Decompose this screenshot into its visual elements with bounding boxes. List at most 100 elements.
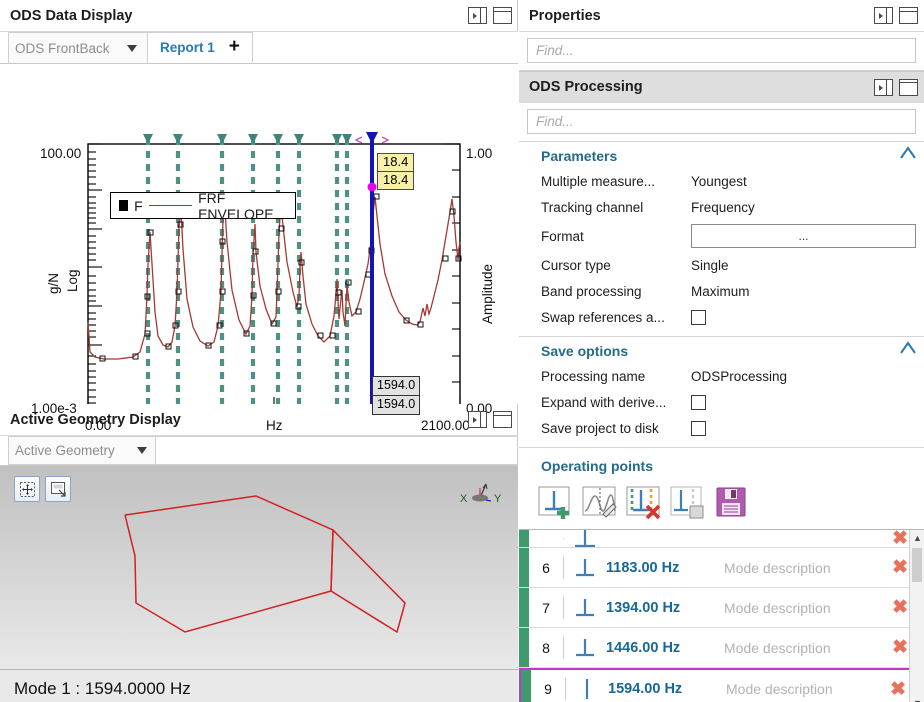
active-geometry-display-panel: Active Geometry Display Active Geometry [0,404,518,702]
row-label: Tracking channel [541,200,691,215]
delete-operating-points-icon[interactable] [625,484,663,522]
geometry-3d-viewport[interactable]: X Y [0,466,518,670]
chevron-down-icon [137,447,147,454]
row-frequency: 1594.00 Hz [608,681,726,697]
cursor-amplitude-label-1: 18.4 [377,153,414,172]
properties-find-input[interactable]: Find... [527,38,916,63]
properties-find-row: Find... [519,32,924,70]
row-value: Frequency [691,200,755,215]
row-selection-bar [519,530,529,547]
ods-processing-header: ODS Processing [519,71,924,103]
table-row[interactable]: 6 1183.00 Hz Mode description ✖ [519,548,924,588]
geometry-mode-label: Mode 1 : 1594.0000 Hz [14,679,191,699]
format-button[interactable]: ... [691,224,916,248]
row-index: 6 [529,560,563,576]
row-format[interactable]: Format ... [519,220,924,252]
scroll-down-icon[interactable]: ▼ [910,695,924,702]
copy-operating-points-icon[interactable] [669,484,707,522]
y2-axis-max-label: 1.00 [466,146,492,161]
row-cursor-type[interactable]: Cursor type Single [519,252,924,278]
operating-points-section: Operating points [519,448,924,702]
add-operating-point-icon[interactable] [537,484,575,522]
row-tracking-channel[interactable]: Tracking channel Frequency [519,194,924,220]
maximize-icon[interactable] [493,7,512,24]
constraint-symbol-icon [564,635,606,661]
y-axis-scale-label: Log [65,269,80,292]
panel-title: ODS Processing [529,79,874,95]
collapse-chevron-icon[interactable] [900,146,916,160]
frf-chart-svg [0,64,518,404]
tab-report-1[interactable]: Report 1 + [148,32,253,63]
row-swap-references[interactable]: Swap references a... [519,304,924,330]
constraint-symbol-icon [564,530,606,548]
table-row[interactable]: 8 1446.00 Hz Mode description ✖ [519,628,924,668]
row-description[interactable]: Mode description [724,600,892,616]
row-expand-with-derived[interactable]: Expand with derive... [519,389,924,415]
chevron-down-icon [127,45,137,52]
row-value: Maximum [691,284,750,299]
y-axis-max-label: 100.00 [40,146,81,161]
ods-data-display-header: ODS Data Display [0,0,518,32]
row-frequency: 1446.00 Hz [606,640,724,656]
row-save-project-to-disk[interactable]: Save project to disk [519,415,924,441]
panel-title: Properties [529,8,874,24]
add-tab-button[interactable]: + [229,37,240,58]
row-label: Processing name [541,369,691,384]
save-project-to-disk-checkbox[interactable] [691,421,706,436]
split-view-icon[interactable] [468,7,487,24]
row-selection-bar [521,670,531,702]
frf-chart[interactable]: 100.00 1.00e-3 1.00 0.00 0.00 2100.00 Hz… [0,64,518,404]
row-label: Swap references a... [541,310,691,325]
svg-text:Y: Y [494,493,502,505]
expand-with-derived-checkbox[interactable] [691,395,706,410]
ods-processing-find-input[interactable]: Find... [527,109,916,134]
row-description[interactable]: Mode description [726,681,890,697]
maximize-icon[interactable] [899,79,918,96]
row-selection-bar [519,628,529,667]
ods-frontback-combo[interactable]: ODS FrontBack [8,32,148,63]
constraint-symbol-icon [566,676,608,702]
legend-line-icon [149,205,192,206]
table-row[interactable]: ✖ [519,530,924,548]
geometry-status-bar: Mode 1 : 1594.0000 Hz [0,670,518,702]
pick-from-curve-icon[interactable] [581,484,619,522]
row-description[interactable]: Mode description [724,640,892,656]
row-index: 8 [529,640,563,656]
operating-points-table[interactable]: ✖ 6 1183.00 Hz Mode description ✖ [519,529,924,702]
active-geometry-combo-label: Active Geometry [15,443,115,458]
cursor-frequency-label-1: 1594.0 [372,376,420,396]
save-options-section: Save options Processing name ODSProcessi… [519,337,924,448]
constraint-symbol-icon [564,555,606,581]
active-geometry-header: Active Geometry Display [0,404,518,436]
operating-points-toolbar [519,478,924,529]
row-index: 7 [529,600,563,616]
active-geometry-combo[interactable]: Active Geometry [8,436,156,465]
save-operating-points-icon[interactable] [713,484,751,522]
row-processing-name[interactable]: Processing name ODSProcessing [519,363,924,389]
collapse-chevron-icon[interactable] [900,341,916,355]
table-row[interactable]: 7 1394.00 Hz Mode description ✖ [519,588,924,628]
maximize-icon[interactable] [899,7,918,24]
operating-points-scrollbar[interactable]: ▲ ▼ [909,530,924,702]
split-view-icon[interactable] [874,7,893,24]
operating-points-title: Operating points [519,456,924,478]
geometry-wireframe [0,466,518,670]
row-label: Multiple measure... [541,174,691,189]
row-band-processing[interactable]: Band processing Maximum [519,278,924,304]
ods-processing-find-row: Find... [519,103,924,141]
y2-axis-title: Amplitude [480,264,495,324]
row-multiple-measurements[interactable]: Multiple measure... Youngest [519,168,924,194]
chart-legend: F FRF ENVELOPE [110,192,296,219]
swap-references-checkbox[interactable] [691,310,706,325]
ods-frontback-combo-label: ODS FrontBack [15,41,110,56]
panel-title: Active Geometry Display [10,412,468,428]
scroll-up-icon[interactable]: ▲ [910,530,924,545]
row-index: 9 [531,681,565,697]
split-view-icon[interactable] [468,411,487,428]
row-description[interactable]: Mode description [724,560,892,576]
maximize-icon[interactable] [493,411,512,428]
split-view-icon[interactable] [874,79,893,96]
scrollbar-thumb[interactable] [912,548,922,582]
row-selection-bar [519,588,529,627]
table-row-selected[interactable]: 9 1594.00 Hz Mode description ✖ [519,668,924,702]
